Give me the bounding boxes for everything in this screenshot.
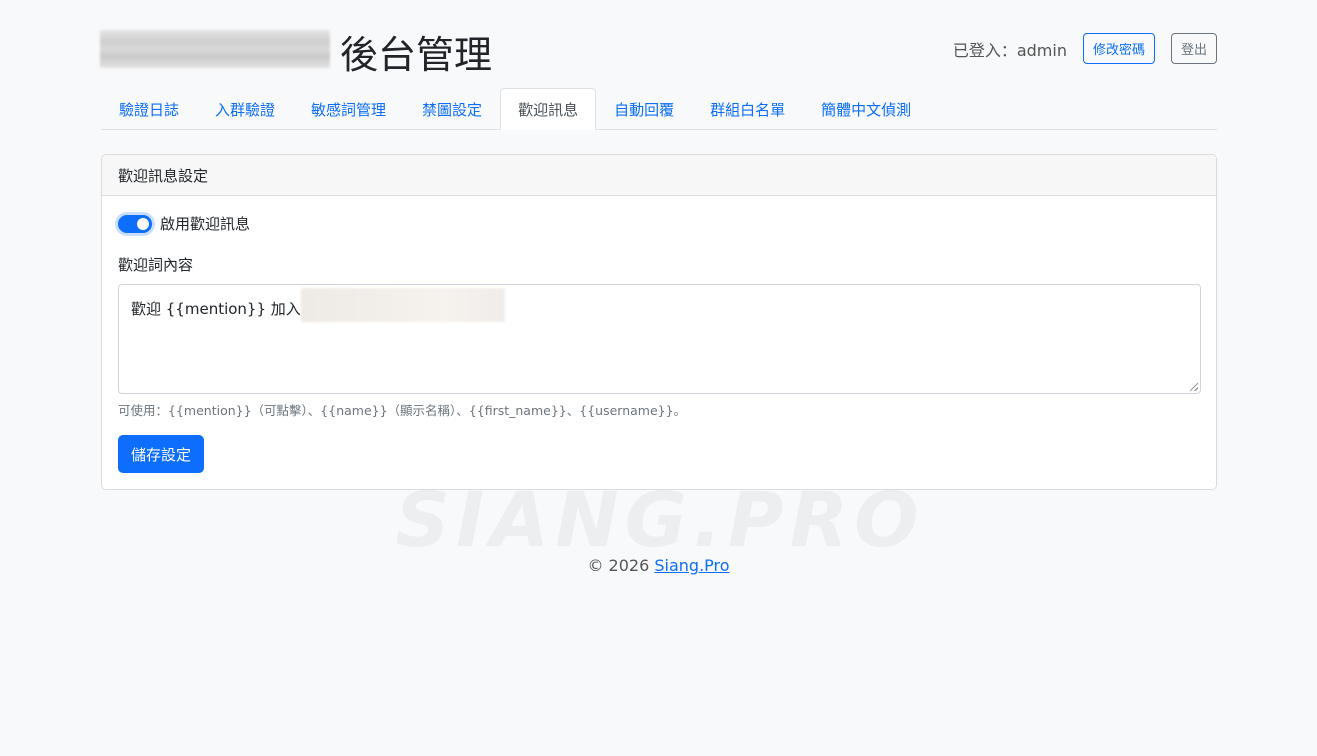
page: SIANG.PRO 後台管理 已登入：admin 修改密碼 登出 驗證日誌 入群… bbox=[0, 0, 1317, 756]
tab-welcome-message[interactable]: 歡迎訊息 bbox=[500, 88, 597, 130]
card-title: 歡迎訊息設定 bbox=[102, 155, 1216, 196]
nav-tabs: 驗證日誌 入群驗證 敏感詞管理 禁圖設定 歡迎訊息 自動回覆 群組白名單 簡體中… bbox=[101, 88, 1217, 130]
footer-copyright: © 2026 bbox=[587, 556, 650, 575]
welcome-content-textarea[interactable]: 歡迎 {{mention}} 加入 bbox=[118, 284, 1201, 394]
page-title: 後台管理 bbox=[340, 33, 493, 77]
switch-knob bbox=[137, 217, 149, 230]
logout-button[interactable]: 登出 bbox=[1170, 33, 1217, 64]
welcome-content-value: 歡迎 {{mention}} 加入 bbox=[131, 299, 301, 318]
header-actions: 已登入：admin 修改密碼 登出 bbox=[953, 33, 1217, 64]
resize-handle-icon[interactable] bbox=[1190, 383, 1198, 391]
tab-join-verification[interactable]: 入群驗證 bbox=[197, 88, 293, 130]
tab-image-ban[interactable]: 禁圖設定 bbox=[404, 88, 500, 130]
tab-group-whitelist[interactable]: 群組白名單 bbox=[692, 88, 803, 130]
enable-welcome-switch[interactable] bbox=[118, 214, 152, 233]
tab-simplified-detection[interactable]: 簡體中文偵測 bbox=[803, 88, 929, 130]
tab-sensitive-words[interactable]: 敏感詞管理 bbox=[293, 88, 404, 130]
header: 後台管理 已登入：admin 修改密碼 登出 bbox=[100, 26, 1217, 77]
brand-logo-redacted bbox=[100, 30, 330, 68]
login-status: 已登入：admin bbox=[952, 40, 1067, 60]
enable-switch-label[interactable]: 啟用歡迎訊息 bbox=[160, 213, 250, 234]
enable-switch-row: 啟用歡迎訊息 bbox=[118, 213, 250, 234]
help-text: 可使用：{{mention}}（可點擊）、{{name}}（顯示名稱）、{{fi… bbox=[118, 403, 687, 418]
footer: © 2026 Siang.Pro bbox=[0, 556, 1317, 575]
tab-verification-log[interactable]: 驗證日誌 bbox=[101, 88, 197, 130]
content-label: 歡迎詞內容 bbox=[118, 256, 194, 274]
welcome-settings-card: 歡迎訊息設定 啟用歡迎訊息 歡迎詞內容 歡迎 {{mention}} 加入 可使… bbox=[101, 154, 1217, 490]
change-password-button[interactable]: 修改密碼 bbox=[1082, 33, 1155, 64]
save-button[interactable]: 儲存設定 bbox=[118, 435, 205, 473]
footer-link[interactable]: Siang.Pro bbox=[654, 556, 729, 575]
redacted-text bbox=[300, 288, 505, 322]
tab-auto-reply[interactable]: 自動回覆 bbox=[596, 88, 692, 130]
